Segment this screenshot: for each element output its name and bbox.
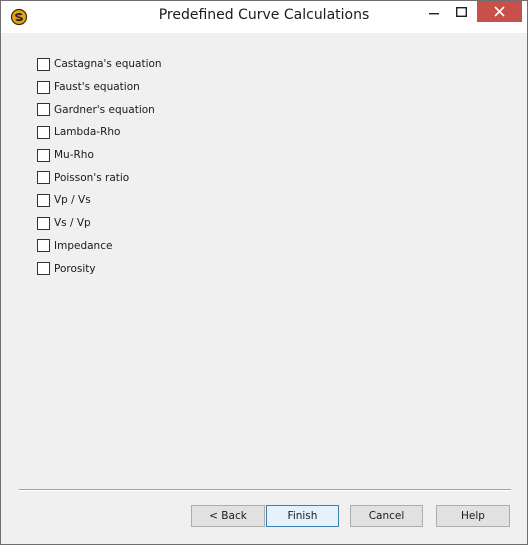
maximize-icon [456,6,467,17]
dialog-content: Castagna's equation Faust's equation Gar… [8,33,520,536]
gardner-checkbox[interactable] [37,103,50,117]
mu-rho-checkbox[interactable] [37,148,50,162]
minimize-icon [428,12,439,14]
vs-vp-checkbox[interactable] [37,216,50,230]
gardner-label[interactable]: Gardner's equation [54,104,155,116]
calculation-list: Castagna's equation Faust's equation Gar… [37,53,162,280]
dialog-window: Predefined Curve Calculations Castagna's… [0,0,528,545]
checkbox-row-vs-vp[interactable]: Vs / Vp [37,212,162,235]
checkbox-row-faust[interactable]: Faust's equation [37,76,162,99]
poissons-ratio-checkbox[interactable] [37,171,50,185]
cancel-button[interactable]: Cancel [350,505,423,527]
close-icon [494,6,505,17]
checkbox-row-castagna[interactable]: Castagna's equation [37,53,162,76]
checkbox-row-gardner[interactable]: Gardner's equation [37,98,162,121]
maximize-button[interactable] [448,1,475,22]
checkbox-row-porosity[interactable]: Porosity [37,257,162,280]
castagna-checkbox[interactable] [37,57,50,71]
lambda-rho-checkbox[interactable] [37,125,50,139]
poissons-ratio-label[interactable]: Poisson's ratio [54,172,129,184]
faust-checkbox[interactable] [37,80,50,94]
castagna-label[interactable]: Castagna's equation [54,58,162,70]
checkbox-row-mu-rho[interactable]: Mu-Rho [37,144,162,167]
lambda-rho-label[interactable]: Lambda-Rho [54,126,120,138]
checkbox-row-lambda-rho[interactable]: Lambda-Rho [37,121,162,144]
checkbox-row-poissons-ratio[interactable]: Poisson's ratio [37,166,162,189]
vp-vs-label[interactable]: Vp / Vs [54,194,91,206]
checkbox-row-impedance[interactable]: Impedance [37,235,162,258]
checkbox-row-vp-vs[interactable]: Vp / Vs [37,189,162,212]
title-bar[interactable]: Predefined Curve Calculations [1,1,527,33]
porosity-label[interactable]: Porosity [54,263,96,275]
impedance-label[interactable]: Impedance [54,240,112,252]
vs-vp-label[interactable]: Vs / Vp [54,217,91,229]
vp-vs-checkbox[interactable] [37,193,50,207]
finish-button[interactable]: Finish [266,505,339,527]
faust-label[interactable]: Faust's equation [54,81,140,93]
porosity-checkbox[interactable] [37,262,50,276]
footer-divider [19,489,511,491]
close-button[interactable] [477,1,522,22]
help-button[interactable]: Help [436,505,510,527]
minimize-button[interactable] [420,1,447,22]
mu-rho-label[interactable]: Mu-Rho [54,149,94,161]
impedance-checkbox[interactable] [37,239,50,253]
back-button[interactable]: < Back [191,505,265,527]
